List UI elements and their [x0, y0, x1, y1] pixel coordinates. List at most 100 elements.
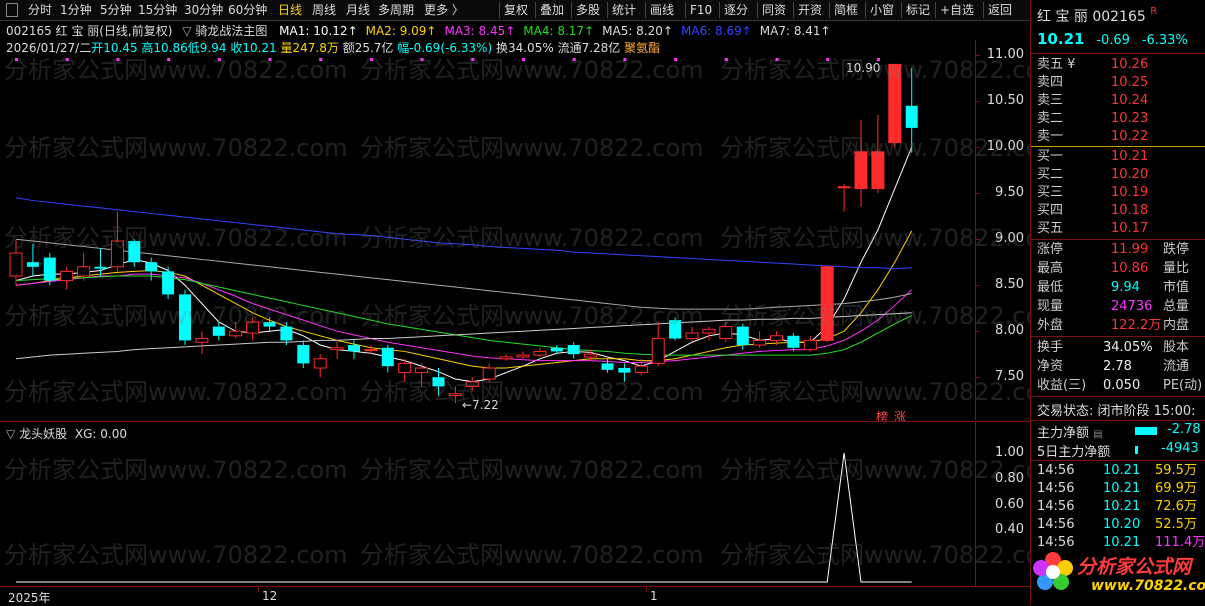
toolbar-period-10[interactable]: 更多 〉: [424, 2, 464, 18]
candle[interactable]: [837, 184, 851, 212]
tick-row[interactable]: 14:56 10.21 72.6万: [1037, 498, 1202, 516]
toolbar-period-3[interactable]: 15分钟: [138, 2, 177, 18]
toolbar-period-4[interactable]: 30分钟: [184, 2, 223, 18]
ask-row[interactable]: 卖一 10.22: [1037, 128, 1202, 146]
signal-chart[interactable]: [0, 422, 1030, 587]
candle[interactable]: [719, 322, 733, 343]
toolbar-period-1[interactable]: 1分钟: [60, 2, 92, 18]
stat2-row[interactable]: 收益(三) 0.050 PE(动): [1037, 377, 1202, 395]
marker-dot: [167, 58, 171, 61]
candle[interactable]: [432, 368, 445, 396]
candle[interactable]: [381, 345, 394, 373]
bid-row[interactable]: 买一 10.21: [1037, 148, 1202, 166]
toolbar-tool-8[interactable]: 开资: [798, 2, 822, 18]
stat-row[interactable]: 现量 24736 总量: [1037, 298, 1202, 316]
flow-info-icon[interactable]: ▤: [1093, 429, 1102, 440]
toolbar-tool-10[interactable]: 小窗: [870, 2, 894, 18]
stat-row[interactable]: 涨停 11.99 跌停: [1037, 241, 1202, 259]
tick-row[interactable]: 14:56 10.21 69.9万: [1037, 480, 1202, 498]
indicator-name[interactable]: 骑龙战法主图: [195, 24, 267, 38]
candle[interactable]: [110, 211, 124, 272]
toolbar-period-5[interactable]: 60分钟: [228, 2, 267, 18]
candle[interactable]: [195, 331, 209, 355]
toolbar-tool-7[interactable]: 同资: [762, 2, 786, 18]
candle[interactable]: [905, 68, 918, 153]
candle[interactable]: [179, 289, 191, 345]
candle[interactable]: [854, 119, 868, 207]
candle[interactable]: [330, 340, 344, 359]
toolbar-tool-2[interactable]: 多股: [576, 2, 600, 18]
toolbar-tool-13[interactable]: 返回: [988, 2, 1012, 18]
toolbar-tool-0[interactable]: 复权: [504, 2, 528, 18]
candle[interactable]: [651, 322, 665, 367]
toolbar-period-2[interactable]: 5分钟: [100, 2, 132, 18]
candle[interactable]: [94, 248, 107, 276]
toolbar-period-0[interactable]: 分时: [28, 2, 52, 18]
stat-row[interactable]: 最高 10.86 量比: [1037, 260, 1202, 278]
toolbar-tool-4[interactable]: 画线: [650, 2, 674, 18]
stat2-row[interactable]: 换手 34.05% 股本: [1037, 339, 1202, 357]
toolbar-period-6[interactable]: 日线: [278, 2, 302, 18]
toolbar-tool-5[interactable]: F10: [690, 2, 712, 18]
candle[interactable]: [871, 115, 885, 194]
candle[interactable]: [415, 363, 429, 387]
candle[interactable]: [533, 347, 547, 357]
candle[interactable]: [888, 63, 902, 148]
bid-row[interactable]: 买四 10.18: [1037, 202, 1202, 220]
candle-body: [297, 345, 310, 364]
toolbar-separator: [935, 2, 936, 18]
bid-row[interactable]: 买三 10.19: [1037, 184, 1202, 202]
candle[interactable]: [246, 317, 260, 341]
bid-row[interactable]: 买二 10.20: [1037, 166, 1202, 184]
toolbar-tool-9[interactable]: 简框: [834, 2, 858, 18]
stat-row[interactable]: 外盘 122.2万 内盘: [1037, 317, 1202, 335]
candle[interactable]: [702, 326, 716, 341]
tick-row[interactable]: 14:56 10.21 111.4万: [1037, 534, 1205, 552]
candle[interactable]: [567, 342, 580, 359]
stock-name: 红 宝 丽: [1037, 9, 1088, 25]
toolbar-period-7[interactable]: 周线: [312, 2, 336, 18]
candle[interactable]: [9, 239, 23, 286]
candle[interactable]: [465, 377, 479, 391]
candle[interactable]: [77, 253, 91, 281]
candle[interactable]: [820, 266, 834, 343]
ask-row[interactable]: 卖二 10.23: [1037, 110, 1202, 128]
candle[interactable]: [263, 317, 276, 332]
candle[interactable]: [128, 239, 141, 267]
candle[interactable]: [145, 257, 158, 281]
candle[interactable]: [297, 340, 310, 368]
toolbar-period-9[interactable]: 多周期: [378, 2, 414, 18]
stat2-row[interactable]: 净资 2.78 流通: [1037, 358, 1202, 376]
candle[interactable]: [26, 243, 39, 276]
tick-row[interactable]: 14:56 10.20 52.5万: [1037, 516, 1202, 534]
candle[interactable]: [162, 266, 175, 299]
candle[interactable]: [60, 266, 74, 290]
toolbar-tool-1[interactable]: 叠加: [540, 2, 564, 18]
candlestick-chart[interactable]: [0, 40, 1030, 420]
candle[interactable]: [685, 326, 699, 343]
ask-row[interactable]: 卖三 10.24: [1037, 92, 1202, 110]
candle[interactable]: [669, 317, 682, 341]
toolbar-period-8[interactable]: 月线: [346, 2, 370, 18]
tick-row[interactable]: 14:56 10.21 59.5万: [1037, 462, 1202, 480]
candle[interactable]: [229, 322, 243, 339]
toolbar-tool-11[interactable]: 标记: [906, 2, 930, 18]
candle[interactable]: [516, 351, 530, 359]
candle[interactable]: [482, 363, 496, 382]
toolbar-tool-3[interactable]: 统计: [612, 2, 636, 18]
candle[interactable]: [618, 363, 631, 382]
candle[interactable]: [313, 354, 327, 378]
stat-row[interactable]: 最低 9.94 市值: [1037, 279, 1202, 297]
toolbar-tool-6[interactable]: 逐分: [724, 2, 748, 18]
candle[interactable]: [448, 386, 462, 403]
candle[interactable]: [499, 354, 513, 361]
ask-row[interactable]: 卖五 ¥ 10.26: [1037, 56, 1202, 74]
ask-row[interactable]: 卖四 10.25: [1037, 74, 1202, 92]
candle[interactable]: [787, 333, 800, 352]
toolbar-tool-12[interactable]: +自选: [940, 2, 974, 18]
candle[interactable]: [634, 358, 648, 376]
bid-row[interactable]: 买五 10.17: [1037, 220, 1202, 238]
dropdown-icon[interactable]: ▽: [182, 24, 191, 38]
candle[interactable]: [43, 253, 56, 286]
toolbar-toggle-icon[interactable]: [6, 3, 18, 17]
